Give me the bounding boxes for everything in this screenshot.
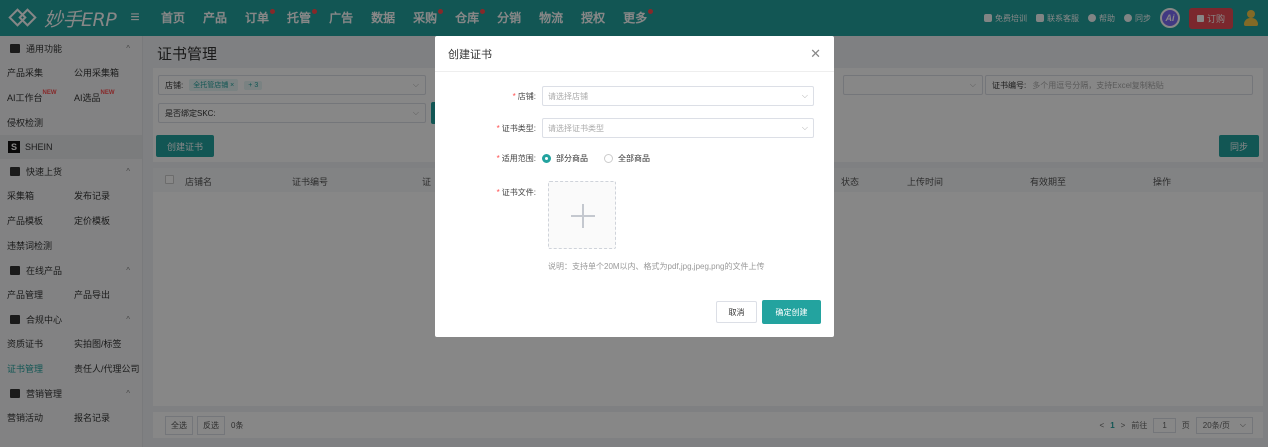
scope-all-radio[interactable]: 全部商品 — [604, 153, 650, 164]
radio-unchecked-icon — [604, 154, 613, 163]
cert-type-select[interactable]: 请选择证书类型 ⌵ — [542, 118, 814, 138]
file-label: * 证书文件: — [496, 188, 536, 197]
form-row-store: * 店铺: 请选择店铺 ⌵ — [435, 86, 814, 106]
modal-header: 创建证书 ✕ — [435, 36, 834, 72]
form-row-cert-type: * 证书类型: 请选择证书类型 ⌵ — [435, 118, 814, 138]
modal-title: 创建证书 — [448, 48, 492, 61]
form-row-file: * 证书文件: — [435, 187, 542, 198]
store-label: * 店铺: — [512, 91, 536, 101]
upload-note: 说明：支持单个20M以内、格式为pdf,jpg,jpeg,png的文件上传 — [548, 262, 765, 271]
cert-type-label: * 证书类型: — [496, 123, 536, 133]
file-upload-box[interactable] — [548, 181, 616, 249]
scope-radio-group: 部分商品 全部商品 — [542, 153, 650, 164]
chevron-down-icon: ⌵ — [801, 91, 808, 100]
scope-label: * 适用范围: — [496, 154, 536, 163]
cancel-button[interactable]: 取消 — [716, 301, 757, 323]
store-select[interactable]: 请选择店铺 ⌵ — [542, 86, 814, 106]
close-icon[interactable]: ✕ — [810, 46, 821, 62]
create-cert-modal: 创建证书 ✕ * 店铺: 请选择店铺 ⌵ * 证书类型: 请选择证书类型 ⌵ * 适用… — [435, 36, 834, 337]
confirm-create-button[interactable]: 确定创建 — [762, 300, 821, 324]
scope-partial-radio[interactable]: 部分商品 — [542, 153, 588, 164]
chevron-down-icon: ⌵ — [801, 123, 808, 132]
form-row-scope: * 适用范围: 部分商品 全部商品 — [435, 153, 650, 164]
radio-checked-icon — [542, 154, 551, 163]
